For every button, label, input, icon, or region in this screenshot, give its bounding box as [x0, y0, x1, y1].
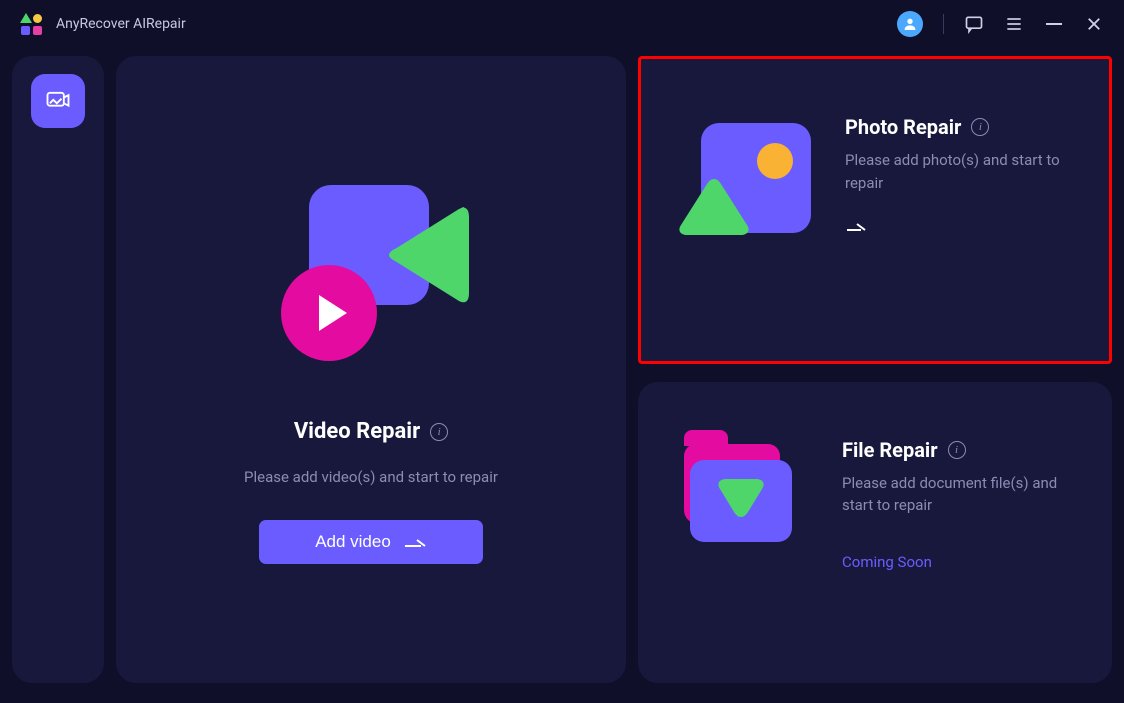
feedback-icon[interactable]: [964, 14, 984, 34]
arrow-right-icon: [403, 535, 427, 549]
account-avatar[interactable]: [897, 11, 923, 37]
arrow-right-icon: [845, 218, 1069, 237]
app-logo: [20, 13, 42, 35]
app-title: AnyRecover AIRepair: [56, 16, 186, 32]
file-repair-subtitle: Please add document file(s) and start to…: [842, 472, 1072, 517]
info-icon[interactable]: i: [971, 118, 989, 136]
photo-repair-subtitle: Please add photo(s) and start to repair: [845, 149, 1069, 194]
coming-soon-label: Coming Soon: [842, 553, 1072, 571]
add-video-label: Add video: [315, 532, 391, 552]
photo-repair-illustration: [681, 115, 811, 245]
menu-icon[interactable]: [1004, 14, 1024, 34]
sidebar-repair-button[interactable]: [31, 74, 85, 128]
file-repair-card[interactable]: File Repair i Please add document file(s…: [638, 382, 1112, 684]
info-icon[interactable]: i: [430, 423, 448, 441]
video-repair-card[interactable]: Video Repair i Please add video(s) and s…: [116, 56, 626, 683]
minimize-button[interactable]: [1044, 14, 1064, 34]
sidebar: [12, 56, 104, 683]
video-repair-title: Video Repair: [294, 419, 420, 444]
add-video-button[interactable]: Add video: [259, 520, 483, 564]
video-repair-subtitle: Please add video(s) and start to repair: [244, 468, 498, 486]
divider: [943, 14, 944, 34]
file-repair-title: File Repair: [842, 438, 938, 462]
photo-repair-card[interactable]: Photo Repair i Please add photo(s) and s…: [638, 56, 1112, 364]
video-repair-illustration: [271, 175, 471, 355]
photo-repair-title: Photo Repair: [845, 115, 961, 139]
close-button[interactable]: [1084, 14, 1104, 34]
file-repair-illustration: [678, 438, 808, 568]
play-icon: [319, 295, 347, 331]
info-icon[interactable]: i: [948, 441, 966, 459]
